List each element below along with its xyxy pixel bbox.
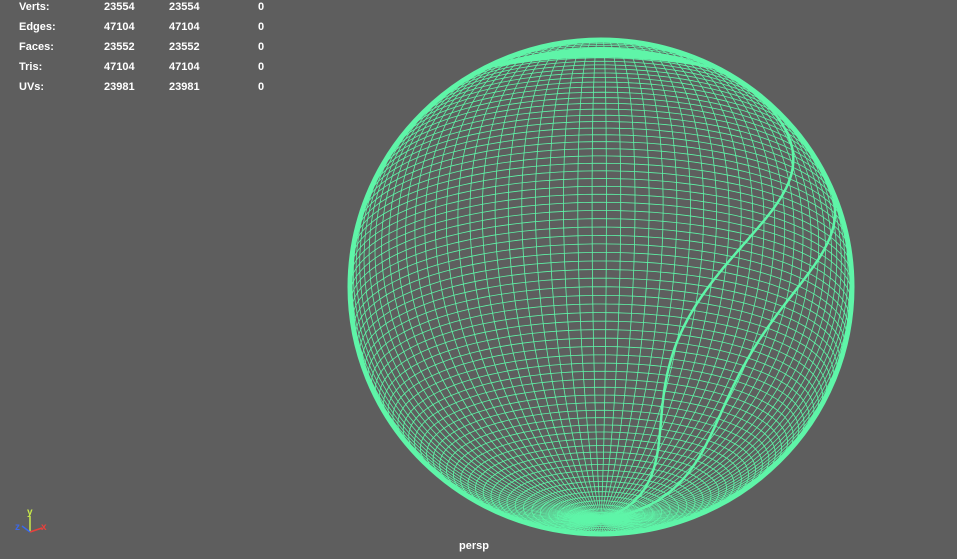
- mesh-latitude-line: [351, 178, 851, 261]
- hud-row-edges: Edges: 47104 47104 0: [0, 20, 280, 40]
- hud-value: 23552: [104, 41, 135, 53]
- hud-row-verts: Verts: 23554 23554 0: [0, 0, 280, 20]
- mesh-longitude-line: [600, 140, 846, 520]
- mesh-latitude-line: [349, 210, 853, 298]
- mesh-longitude-line: [600, 197, 851, 520]
- mesh-longitude-line: [600, 39, 607, 520]
- hud-value: 23552: [169, 41, 200, 53]
- camera-name-label: persp: [459, 540, 489, 552]
- view-axis-gizmo-icon: y x z: [15, 507, 47, 533]
- axis-y-label: y: [27, 507, 33, 518]
- hud-label: Verts:: [19, 1, 50, 13]
- mesh-longitude-line: [389, 419, 602, 521]
- mesh-latitude-line: [374, 312, 828, 403]
- hud-value: 47104: [169, 61, 200, 73]
- hud-row-uvs: UVs: 23981 23981 0: [0, 80, 280, 100]
- hud-row-faces: Faces: 23552 23552 0: [0, 40, 280, 60]
- hud-label: UVs:: [19, 81, 45, 93]
- axis-z-label: z: [15, 522, 20, 533]
- hud-value: 0: [258, 41, 265, 53]
- hud-label: Edges:: [19, 21, 56, 33]
- hud-value: 0: [258, 21, 265, 33]
- hud-value: 0: [258, 61, 265, 73]
- mesh-longitude-line: [363, 105, 602, 520]
- mesh-longitude-line: [521, 41, 602, 520]
- mesh-latitude-line: [351, 234, 851, 325]
- hud-value: 23554: [104, 1, 135, 13]
- sphere-top-rim: [480, 47, 720, 70]
- hud-value: 23554: [169, 1, 200, 13]
- axis-x-label: x: [41, 522, 47, 533]
- hud-label: Faces:: [19, 41, 54, 53]
- hud-value: 47104: [169, 21, 200, 33]
- hud-label: Tris:: [19, 61, 43, 73]
- mesh-latitude-line: [350, 218, 852, 307]
- mesh-latitude-line: [387, 337, 815, 428]
- perspective-viewport[interactable]: Verts: 23554 23554 0 Edges: 47104 47104 …: [0, 0, 957, 559]
- hud-value: 23981: [104, 81, 135, 93]
- hud-value: 47104: [104, 21, 135, 33]
- hud-value: 23981: [169, 81, 200, 93]
- hud-row-tris: Tris: 47104 47104 0: [0, 60, 280, 80]
- hud-value: 47104: [104, 61, 135, 73]
- mesh-longitude-line: [577, 39, 602, 520]
- hud-value: 0: [258, 1, 265, 13]
- mesh-longitude-line: [591, 39, 602, 520]
- mesh-latitude-line: [350, 226, 852, 315]
- mesh-latitude-line: [350, 185, 852, 271]
- axis-z-line: [21, 525, 31, 533]
- mesh-latitude-line: [382, 102, 819, 165]
- mesh-longitude-line: [600, 46, 742, 520]
- mesh-longitude-line: [600, 41, 678, 520]
- mesh-longitude-line: [469, 44, 602, 520]
- poly-count-hud: Verts: 23554 23554 0 Edges: 47104 47104 …: [0, 0, 280, 100]
- mesh-latitude-line: [432, 402, 770, 485]
- mesh-longitude-line: [600, 42, 705, 520]
- mesh-latitude-line: [378, 320, 824, 413]
- hud-value: 0: [258, 81, 265, 93]
